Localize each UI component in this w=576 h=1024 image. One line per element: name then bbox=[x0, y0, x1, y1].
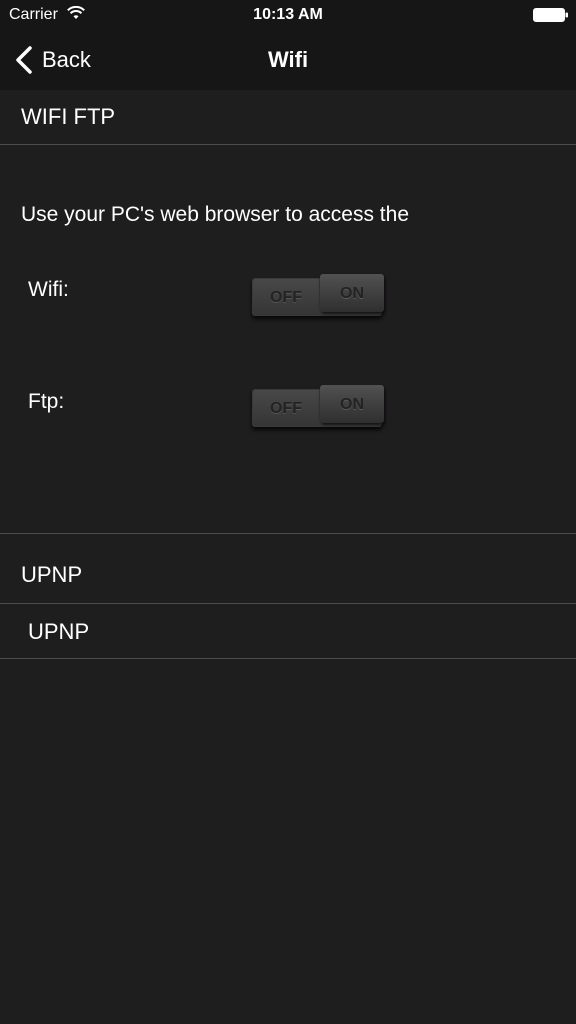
wifi-toggle[interactable]: OFF ON bbox=[252, 274, 385, 318]
wifi-toggle-off: OFF bbox=[253, 279, 319, 315]
ftp-label: Ftp: bbox=[28, 390, 65, 413]
ftp-toggle[interactable]: OFF ON bbox=[252, 385, 385, 429]
divider bbox=[0, 658, 576, 659]
section-header-label: UPNP bbox=[21, 562, 83, 587]
ftp-toggle-track: OFF ON bbox=[252, 385, 384, 427]
page-title: Wifi bbox=[267, 47, 309, 72]
wifi-toggle-on: ON bbox=[320, 274, 384, 312]
section-header-wifi-ftp: WIFI FTP bbox=[0, 90, 576, 145]
status-bar: Carrier 10:13 AM bbox=[0, 0, 576, 30]
status-time: 10:13 AM bbox=[253, 6, 323, 23]
navigation-bar: Back Wifi bbox=[0, 30, 576, 90]
ftp-toggle-on: ON bbox=[320, 385, 384, 423]
wifi-toggle-track: OFF ON bbox=[252, 274, 384, 316]
battery-icon bbox=[533, 8, 568, 22]
section-header-upnp: UPNP bbox=[0, 549, 576, 604]
ftp-toggle-off: OFF bbox=[253, 390, 319, 426]
section-header-label: WIFI FTP bbox=[21, 104, 116, 129]
list-item-upnp[interactable]: UPNP bbox=[0, 604, 576, 658]
divider bbox=[0, 533, 576, 534]
wifi-description: Use your PC's web browser to access the bbox=[21, 203, 409, 226]
list-item-label: UPNP bbox=[28, 619, 90, 644]
wifi-label: Wifi: bbox=[28, 278, 69, 301]
